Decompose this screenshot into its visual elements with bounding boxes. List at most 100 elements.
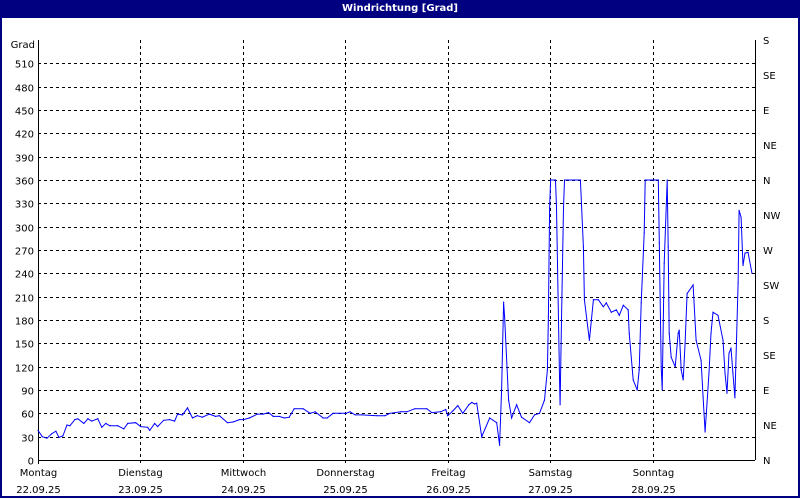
data-point [69,425,71,427]
data-point [583,299,586,301]
y-tick-label: 120 [15,364,34,375]
x-tick-day-label: Montag [20,468,57,479]
data-point [667,246,669,248]
data-point [657,179,659,181]
data-point [538,412,541,414]
y-tick-label: 240 [15,270,34,281]
data-point [618,314,620,316]
data-point [326,417,328,419]
data-point [602,306,604,308]
data-point [302,408,304,410]
data-point [41,436,43,438]
data-point [558,376,561,378]
data-point [66,424,68,426]
data-point [201,416,203,418]
y2-tick-label: NW [763,211,780,222]
data-point [127,422,129,425]
data-point [135,422,137,424]
data-point [692,284,694,286]
data-point [361,414,363,416]
data-point [278,415,280,418]
data-point [46,437,48,439]
data-point [700,359,702,362]
x-tick-date-label: 26.09.25 [426,485,471,496]
data-point [562,207,565,209]
data-point [680,369,682,371]
data-point [734,397,736,399]
data-point [83,422,85,425]
x-tick-day-label: Mittwoch [221,468,266,479]
data-point [74,418,76,421]
x-tick-day-label: Freitag [431,468,465,479]
data-point [426,408,428,410]
data-point [686,292,688,295]
data-point [592,299,594,301]
data-point [163,419,165,421]
x-tick-day-label: Donnerstag [316,468,374,479]
data-point [157,425,159,428]
data-point [117,425,119,427]
data-point [406,411,408,413]
data-point [431,411,433,414]
data-point [632,379,634,381]
data-point [555,207,558,209]
y-tick-label: 420 [15,130,34,141]
data-point [87,418,89,420]
data-point [214,415,217,418]
data-point [91,420,93,422]
y-tick-label: 270 [15,247,34,258]
data-point [414,408,416,410]
data-point [58,436,60,439]
data-point [510,417,513,419]
data-point [218,415,220,417]
data-point [226,422,229,424]
data-point [666,179,668,181]
data-point [682,379,684,381]
x-tick-date-label: 22.09.25 [16,485,61,496]
data-point [610,311,612,313]
y2-tick-label: SE [763,71,776,82]
data-point [638,369,640,371]
data-point [547,316,550,318]
x-tick-day-label: Sonntag [633,468,675,479]
y2-tick-label: SE [763,351,776,362]
data-point [684,342,686,344]
data-point [481,436,483,438]
y2-tick-label: N [763,456,770,467]
data-point [661,389,663,391]
data-point [627,309,629,311]
x-tick-date-label: 24.09.25 [221,485,266,496]
data-point [349,411,351,413]
data-point [384,415,386,417]
data-point [528,422,531,424]
data-point [554,179,557,181]
data-point [173,420,176,422]
data-point [101,426,103,428]
data-point [740,216,742,218]
data-point [730,347,732,349]
data-point [476,402,478,404]
data-point [97,418,99,420]
data-point [560,319,563,321]
data-point [376,415,378,417]
y-tick-label: 90 [21,387,34,398]
data-point [548,207,551,209]
data-point [123,428,125,430]
data-point [588,339,591,341]
y2-tick-label: S [763,316,769,327]
data-point [605,302,607,304]
data-point [644,179,646,181]
data-point [738,209,740,211]
data-point [704,431,706,433]
data-point [389,412,391,414]
data-point [732,372,734,374]
data-point [712,311,714,313]
data-point [520,416,523,418]
data-point [726,392,728,394]
data-point [501,389,503,391]
data-point [504,316,506,318]
data-point [717,314,719,316]
data-point [322,417,324,419]
data-point [708,372,710,374]
data-point [751,272,753,274]
